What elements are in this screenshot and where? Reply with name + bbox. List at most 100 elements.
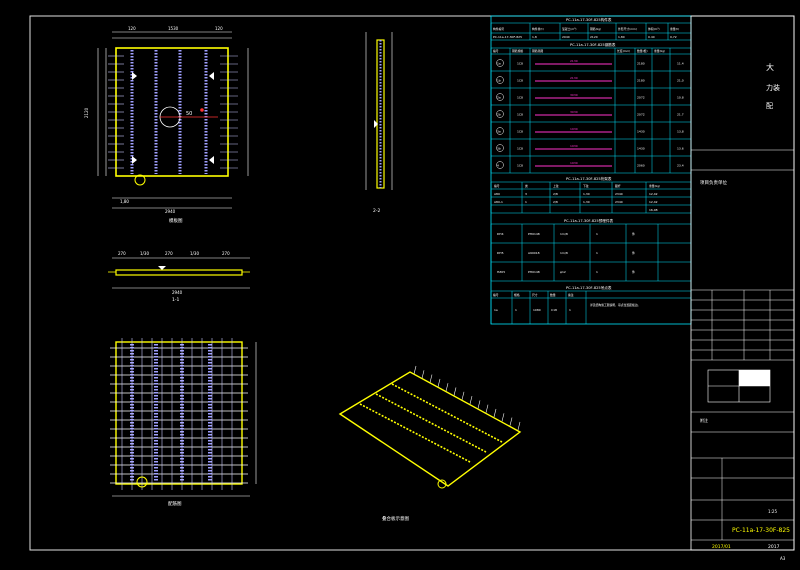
plan-dim-top-3: 120 xyxy=(215,26,223,31)
truss-cell: 3 xyxy=(525,192,527,196)
plan-dim-top-2: 1530 xyxy=(168,26,179,31)
rebar-weight: 13.6 xyxy=(677,147,684,151)
embed-cell: PH0148 xyxy=(528,232,540,236)
embed-cell: 件 xyxy=(632,269,635,274)
rebar-spec: 1C8 xyxy=(517,164,523,168)
section-dim-bottom: 2940 xyxy=(172,290,183,295)
rebar-id: 2a xyxy=(497,96,501,100)
rebar-spec: 1C8 xyxy=(517,79,523,83)
truss-header: 上弦 xyxy=(553,184,559,188)
rebar-spec: 1C8 xyxy=(517,130,523,134)
truss-cell: 1,30 xyxy=(583,200,590,204)
hoist-note: 详见结构施工图说明，吊点位置距板边。 xyxy=(590,303,640,307)
component-cell: 1,8 xyxy=(532,35,537,39)
rebar-header: 数量(根) xyxy=(637,49,648,53)
component-header: 构件重(t) xyxy=(532,27,544,31)
truss-cell: 16,08 xyxy=(649,208,658,212)
embed-cell: 1 xyxy=(596,232,598,236)
rebar-header: 长度(mm) xyxy=(617,49,630,53)
truss-cell: 2/8 xyxy=(553,200,558,204)
plan-dim-top-1: 120 xyxy=(128,26,136,31)
embed-cell: 件 xyxy=(632,250,635,255)
component-cell: PC-11a-17-30F-825 xyxy=(493,35,522,39)
truss-cell: 12,42 xyxy=(649,192,658,196)
truss-table-title: PC-11a-17-30F-825桁架表 xyxy=(566,176,612,181)
truss-header: 类 xyxy=(525,184,528,188)
tb-scale: 1:25 xyxy=(768,509,777,514)
embed-cell: DH5 xyxy=(497,251,504,255)
rebar-header: 钢筋规格 xyxy=(512,49,523,53)
tb-design-unit: 项目负责单位 xyxy=(700,179,727,186)
embed-cell: HZ05 xyxy=(497,270,505,274)
rebar-length: 1930 xyxy=(570,161,578,165)
truss-cell: A80-1 xyxy=(494,200,503,204)
component-header: 重量(t) xyxy=(670,27,679,31)
rebar-length: 2130 xyxy=(570,76,578,80)
rebar-weight: 23.4 xyxy=(677,164,684,168)
plan-dim-bottom-2: 2940 xyxy=(165,209,176,214)
rebar-id: 1a xyxy=(497,62,501,66)
rebar-qty: 2072 xyxy=(637,96,645,100)
tb-drawing-title: PC-11a-17-30F-825 xyxy=(732,527,790,534)
section-dim-2: 1/30 xyxy=(140,251,149,256)
truss-header: 腹杆 xyxy=(615,184,621,188)
truss-header: 编号 xyxy=(494,184,500,188)
rebar-spec: 1C8 xyxy=(517,113,523,117)
hoist-header: 备注 xyxy=(568,293,574,297)
rebar-spec: 1C8 xyxy=(517,147,523,151)
canvas-background xyxy=(0,0,800,566)
rebar-weight: 21.7 xyxy=(677,113,684,117)
rebar-id: 2b xyxy=(497,113,501,117)
rebar-weight: 21,0 xyxy=(677,79,684,83)
section-dim-3: 270 xyxy=(165,251,173,256)
rebar-weight: 10.8 xyxy=(677,96,684,100)
rebar-header: 钢筋简图 xyxy=(532,49,543,53)
rebar-id: 3a xyxy=(497,130,501,134)
component-table-title: PC-11a-17-30F-825构件表 xyxy=(566,17,612,22)
truss-cell: 2340 xyxy=(615,192,623,196)
plan-dim-left: 2120 xyxy=(84,107,89,118)
truss-cell: 1 xyxy=(525,200,527,204)
plan-red-dot xyxy=(200,108,204,112)
rebar-id: 3b xyxy=(497,147,501,151)
rebar-qty: 2072 xyxy=(637,113,645,117)
embed-cell: PH0148 xyxy=(528,270,540,274)
hoist-header: 尺寸 xyxy=(532,293,538,297)
rebar-table-title: PC-11a-17-30F-825钢筋表 xyxy=(570,42,616,47)
plan-view-label: 模板图 xyxy=(169,217,183,224)
hoist-cell: 1080 xyxy=(533,308,541,312)
embed-cell: 1 xyxy=(596,251,598,255)
embed-cell: DH4 xyxy=(497,232,504,236)
hoist-cell: 1 xyxy=(569,308,571,312)
embed-cell: φ12 xyxy=(560,270,566,274)
rebar-length: 1930 xyxy=(570,144,578,148)
hoist-cell: C18 xyxy=(551,308,557,312)
embed-table-title: PC-11a-17-30F-825预埋件表 xyxy=(564,218,613,223)
tb-bottom-right: 2017 xyxy=(768,544,780,550)
truss-cell: 1,30 xyxy=(583,192,590,196)
tb-project-char-1: 大 xyxy=(766,62,774,72)
truss-cell: 2340 xyxy=(615,200,623,204)
rebar-spec: 1C8 xyxy=(517,62,523,66)
truss-cell: 12,42 xyxy=(649,200,658,204)
component-cell: 2120 xyxy=(590,35,598,39)
hoist-cell: 1a xyxy=(494,308,498,312)
cad-drawing-sheet: 120 1530 120 50 1,80 2940 2120 模板图 2-2 2… xyxy=(0,0,800,566)
section-1-1-label: 1-1 xyxy=(172,297,179,303)
section-dim-1: 270 xyxy=(118,251,126,256)
tb-notes: 附注 xyxy=(700,417,708,423)
hoist-table-title: PC-11a-17-30F-825吊点表 xyxy=(566,285,612,290)
hoist-cell: 1 xyxy=(515,308,517,312)
embed-cell: 1 xyxy=(596,270,598,274)
rebar-qty: 2060 xyxy=(637,164,645,168)
embed-cell: 1m/8 xyxy=(560,251,568,255)
tb-project-chars-2: 力装 xyxy=(766,83,780,92)
plan-marker-s: 50 xyxy=(186,111,192,117)
hoist-header: 编号 xyxy=(493,293,499,297)
section-2-2-label: 2-2 xyxy=(373,208,380,214)
truss-cell: A80 xyxy=(494,192,500,196)
section-dim-5: 270 xyxy=(222,251,230,256)
tb-corner-mark: A3 xyxy=(780,556,786,561)
tb-project-char-3: 配 xyxy=(766,102,773,110)
iso-view-label: 叠合板示意图 xyxy=(382,515,409,522)
